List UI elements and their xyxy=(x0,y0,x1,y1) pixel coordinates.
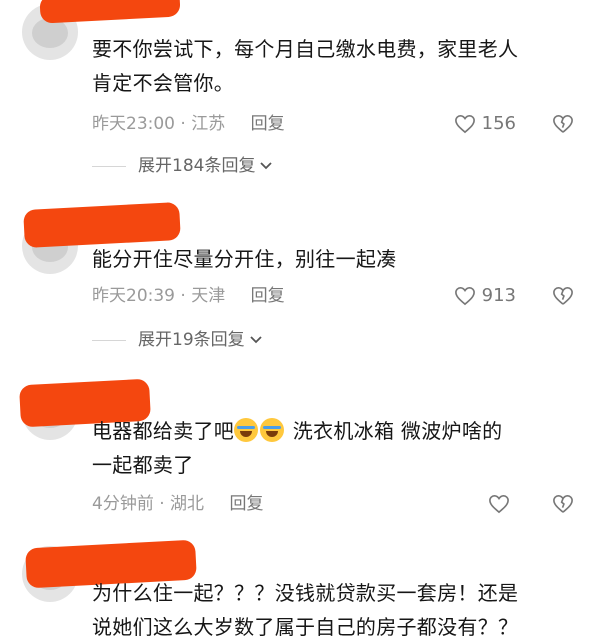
like-button[interactable]: 913 xyxy=(454,282,516,310)
comment-text: 电器都给卖了吧 洗衣机冰箱 微波炉啥的 一起都卖了 xyxy=(92,418,503,477)
divider xyxy=(92,339,126,341)
dislike-button[interactable] xyxy=(552,490,574,518)
expand-replies-label: 展开19条回复 xyxy=(138,330,245,350)
redaction-mark xyxy=(39,0,181,24)
comment-meta: 昨天23:00 · 江苏 回复 xyxy=(92,114,285,134)
broken-heart-outline-icon xyxy=(552,494,574,514)
comment-location: 江苏 xyxy=(191,114,226,134)
dislike-button[interactable] xyxy=(552,282,574,310)
like-button[interactable]: 156 xyxy=(454,110,516,138)
comment-location: 湖北 xyxy=(170,494,205,514)
broken-heart-outline-icon xyxy=(552,114,574,134)
laughing-tears-emoji-icon xyxy=(234,418,259,442)
comment-meta: 昨天20:39 · 天津 回复 xyxy=(92,286,285,306)
comment-text-end: 洗衣机冰箱 微波炉啥的 xyxy=(286,419,503,443)
chevron-down-icon xyxy=(249,326,263,354)
reply-button[interactable]: 回复 xyxy=(251,286,285,306)
divider xyxy=(92,165,126,167)
comment-text: 为什么住一起？？？没钱就贷款买一套房！还是 说她们这么大岁数了属于自己的房子都没… xyxy=(92,581,519,639)
heart-outline-icon xyxy=(454,286,476,306)
comment-time: 4分钟前 xyxy=(92,494,154,514)
dislike-button[interactable] xyxy=(552,110,574,138)
comment-time: 昨天23:00 xyxy=(92,114,175,134)
comment-text-start: 电器都给卖了吧 xyxy=(92,419,235,443)
comment-meta: 4分钟前 · 湖北 回复 xyxy=(92,494,264,514)
comment-location: 天津 xyxy=(191,286,226,306)
expand-replies-label: 展开184条回复 xyxy=(138,156,256,176)
heart-outline-icon xyxy=(454,114,476,134)
like-count: 913 xyxy=(481,285,516,306)
laughing-tears-emoji-icon xyxy=(260,418,285,442)
reply-button[interactable]: 回复 xyxy=(229,494,263,514)
reply-button[interactable]: 回复 xyxy=(251,114,285,134)
expand-replies-button[interactable]: 展开19条回复 xyxy=(92,326,263,354)
chevron-down-icon xyxy=(259,152,273,180)
comment-text: 能分开住尽量分开住，别往一起凑 xyxy=(92,247,397,271)
comment-text: 要不你尝试下，每个月自己缴水电费，家里老人 肯定不会管你。 xyxy=(92,37,519,95)
expand-replies-button[interactable]: 展开184条回复 xyxy=(92,152,273,180)
like-button[interactable] xyxy=(488,490,510,518)
broken-heart-outline-icon xyxy=(552,286,574,306)
comment-time: 昨天20:39 xyxy=(92,286,175,306)
like-count: 156 xyxy=(481,113,516,134)
comment-item: 为什么住一起？？？没钱就贷款买一套房！还是 说她们这么大岁数了属于自己的房子都没… xyxy=(0,0,600,639)
heart-outline-icon xyxy=(488,494,510,514)
